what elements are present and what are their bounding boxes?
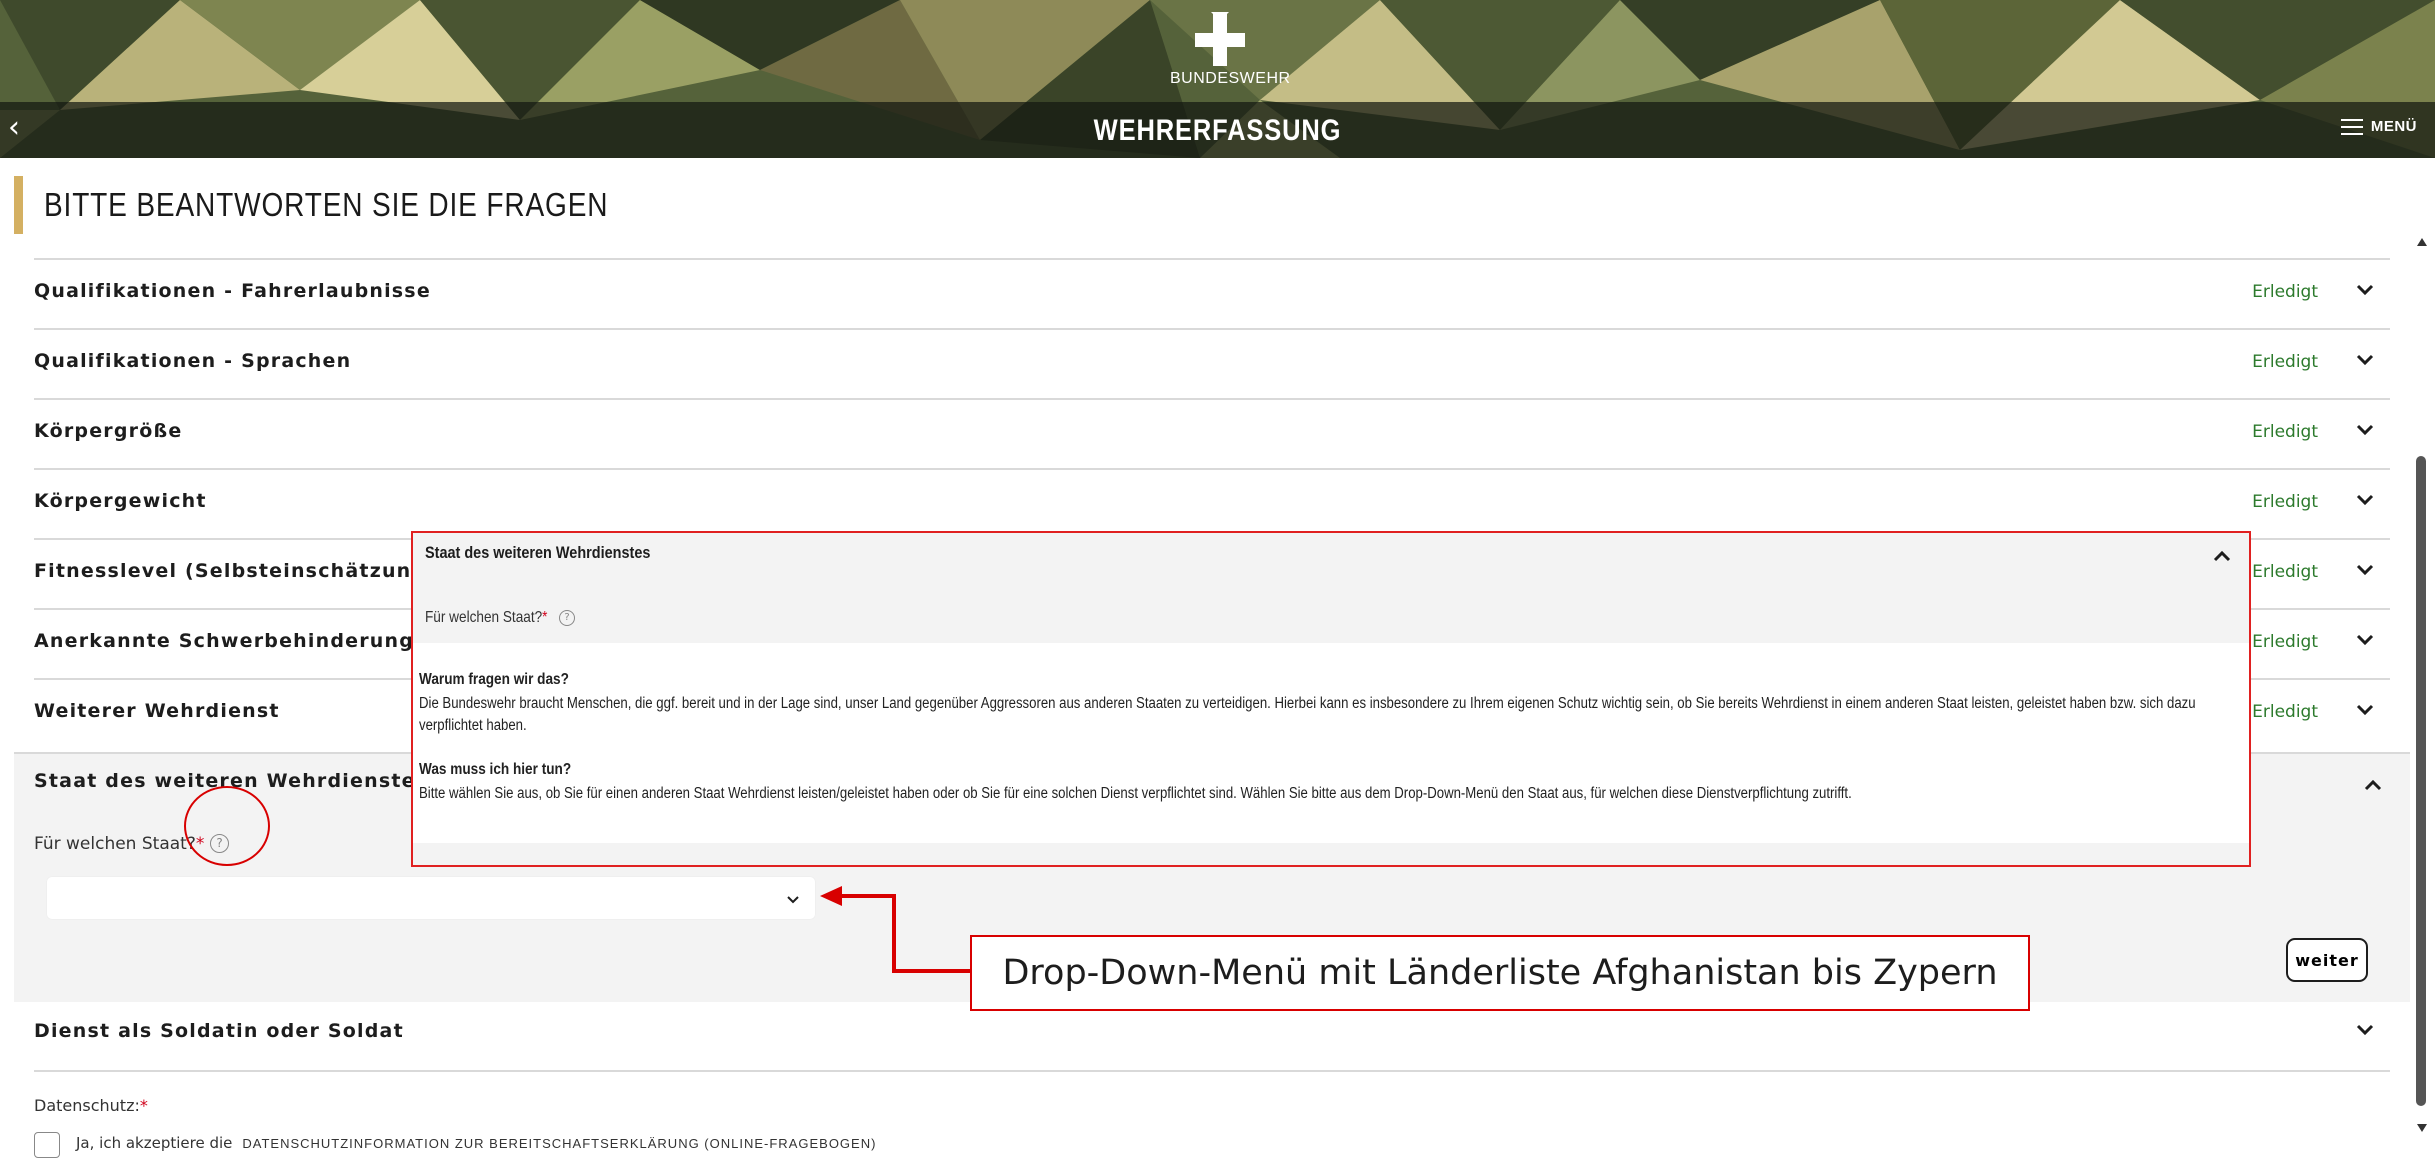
popup-question: Für welchen Staat?* — [425, 609, 548, 626]
popup-footer — [413, 843, 2249, 865]
back-button[interactable]: ‹ — [8, 110, 20, 145]
chevron-down-icon[interactable] — [2356, 354, 2374, 370]
section-label: Weiterer Wehrdienst — [34, 700, 280, 722]
country-select[interactable] — [46, 876, 816, 920]
heading-accent — [14, 176, 23, 234]
chevron-down-icon[interactable] — [2356, 564, 2374, 580]
title-bar: ‹ WEHRERFASSUNG MENÜ — [0, 102, 2435, 158]
status-label: Erledigt — [2252, 282, 2318, 302]
section-label: Körpergewicht — [34, 490, 207, 512]
highlight-circle — [184, 786, 270, 866]
privacy-label: Datenschutz:* — [34, 1096, 148, 1115]
consent-text: Ja, ich akzeptiere die DATENSCHUTZINFORMA… — [76, 1134, 877, 1152]
section-label: Dienst als Soldatin oder Soldat — [34, 1020, 404, 1042]
why-heading: Warum fragen wir das? — [419, 671, 569, 688]
status-label: Erledigt — [2252, 352, 2318, 372]
app-title: WEHRERFASSUNG — [1093, 114, 1342, 147]
hamburger-icon — [2340, 118, 2363, 135]
chevron-down-icon — [786, 890, 800, 909]
popup-header: Staat des weiteren Wehrdienstes Für welc… — [413, 533, 2249, 643]
menu-button[interactable]: MENÜ — [2340, 118, 2417, 135]
scroll-up-arrow[interactable] — [2417, 238, 2427, 246]
status-label: Erledigt — [2252, 702, 2318, 722]
brand-name: BUNDESWEHR — [1170, 70, 1291, 87]
popup-title: Staat des weiteren Wehrdienstes — [425, 543, 651, 562]
next-button[interactable]: weiter — [2286, 938, 2368, 982]
section-label: Qualifikationen - Fahrerlaubnisse — [34, 280, 431, 302]
scroll-down-arrow[interactable] — [2417, 1124, 2427, 1132]
status-label: Erledigt — [2252, 632, 2318, 652]
annotation-box: Drop-Down-Menü mit Länderliste Afghanist… — [970, 935, 2030, 1011]
question-circle-icon[interactable]: ? — [559, 610, 575, 626]
iron-cross-icon — [1195, 12, 1245, 66]
header-banner: BUNDESWEHR ‹ WEHRERFASSUNG MENÜ — [0, 0, 2435, 158]
chevron-down-icon[interactable] — [2356, 284, 2374, 300]
scrollbar-thumb[interactable] — [2416, 456, 2426, 1106]
chevron-up-icon[interactable] — [2213, 547, 2231, 566]
popup-body: Warum fragen wir das? Die Bundeswehr bra… — [419, 671, 2239, 805]
section-row[interactable]: Qualifikationen - Sprachen Erledigt — [34, 328, 2390, 400]
section-row[interactable]: Körpergewicht Erledigt — [34, 468, 2390, 540]
chevron-down-icon[interactable] — [2356, 704, 2374, 720]
chevron-down-icon[interactable] — [2356, 634, 2374, 650]
chevron-down-icon[interactable] — [2356, 424, 2374, 440]
status-label: Erledigt — [2252, 422, 2318, 442]
section-row[interactable]: Qualifikationen - Fahrerlaubnisse Erledi… — [34, 258, 2390, 330]
help-popup: Staat des weiteren Wehrdienstes Für welc… — [411, 531, 2251, 867]
chevron-up-icon[interactable] — [2364, 776, 2382, 795]
chevron-down-icon[interactable] — [2356, 494, 2374, 510]
question-label: Für welchen Staat?* — [34, 834, 205, 854]
section-label: Qualifikationen - Sprachen — [34, 350, 352, 372]
annotation-text: Drop-Down-Menü mit Länderliste Afghanist… — [1002, 953, 1998, 993]
status-label: Erledigt — [2252, 492, 2318, 512]
status-label: Erledigt — [2252, 562, 2318, 582]
privacy-checkbox[interactable] — [34, 1132, 60, 1158]
menu-label: MENÜ — [2370, 118, 2417, 135]
bundeswehr-logo: BUNDESWEHR — [1170, 12, 1291, 88]
section-label: Fitnesslevel (Selbsteinschätzung) — [34, 560, 437, 582]
todo-text: Bitte wählen Sie aus, ob Sie für einen a… — [419, 785, 1852, 802]
chevron-left-icon: ‹ — [8, 110, 20, 145]
section-row[interactable]: Körpergröße Erledigt — [34, 398, 2390, 470]
section-label: Körpergröße — [34, 420, 183, 442]
todo-heading: Was muss ich hier tun? — [419, 761, 572, 778]
page-title: BITTE BEANTWORTEN SIE DIE FRAGEN — [44, 186, 609, 223]
chevron-down-icon[interactable] — [2356, 1024, 2374, 1040]
section-label: Anerkannte Schwerbehinderung — [34, 630, 415, 652]
why-text: Die Bundeswehr braucht Menschen, die ggf… — [419, 695, 2196, 734]
